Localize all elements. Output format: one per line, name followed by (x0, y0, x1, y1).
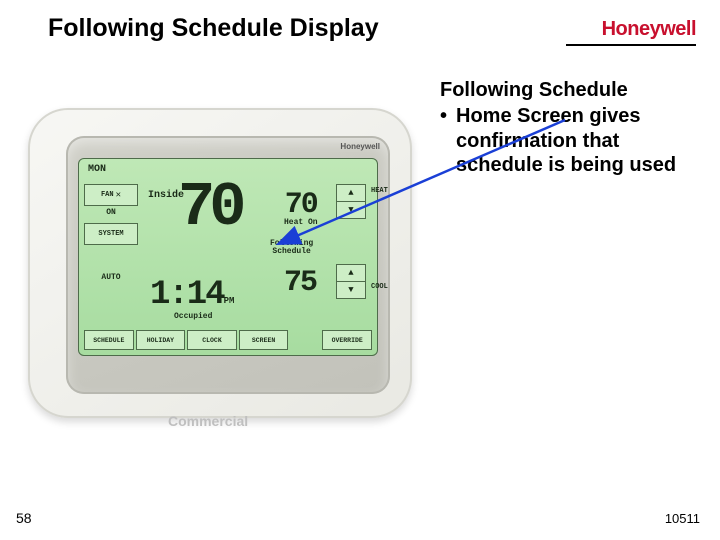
fan-state: ON (84, 208, 138, 217)
override-button[interactable]: OVERRIDE (322, 330, 372, 350)
time-display: 1:14PM (150, 276, 234, 314)
bullet-item: • Home Screen gives confirmation that sc… (440, 104, 700, 177)
heat-on-label: Heat On (284, 218, 318, 227)
page-number: 58 (16, 510, 32, 526)
time-value: 1:14 (150, 276, 224, 314)
device-shell: Honeywell MON FAN ✕ ON SYSTEM AUTO (28, 108, 412, 418)
fan-x-icon: ✕ (116, 190, 121, 200)
thermostat-image: Honeywell MON FAN ✕ ON SYSTEM AUTO (20, 108, 420, 448)
following-schedule-label: Following Schedule (270, 240, 313, 256)
clock-button[interactable]: CLOCK (187, 330, 237, 350)
system-button[interactable]: SYSTEM (84, 223, 138, 245)
bezel-brand-label: Honeywell (340, 142, 380, 151)
lcd-screen: MON FAN ✕ ON SYSTEM AUTO Inside 70 (78, 158, 378, 356)
button-gap (290, 330, 320, 350)
bottom-button-row: SCHEDULE HOLIDAY CLOCK SCREEN OVERRIDE (84, 330, 372, 350)
day-label: MON (88, 164, 106, 175)
bullet-block: Following Schedule • Home Screen gives c… (440, 78, 700, 178)
left-column: FAN ✕ ON SYSTEM AUTO (84, 184, 138, 288)
cool-up-icon[interactable]: ▲ (337, 265, 365, 281)
system-label: SYSTEM (98, 230, 123, 238)
occupied-label: Occupied (174, 312, 212, 321)
brand-logo: Honeywell (602, 18, 696, 41)
fan-button[interactable]: FAN ✕ (84, 184, 138, 206)
cool-spinner[interactable]: ▲ ▼ COOL (336, 264, 366, 299)
cool-setpoint: 75 (284, 266, 316, 300)
cool-setpoint-block: 75 (284, 266, 316, 300)
bullet-dot: • (440, 104, 456, 177)
holiday-button[interactable]: HOLIDAY (136, 330, 186, 350)
heat-down-icon[interactable]: ▼ (337, 202, 365, 218)
heat-spinner[interactable]: ▲ ▼ HEAT (336, 184, 366, 219)
heat-spinner-label: HEAT (371, 187, 388, 195)
commercial-label: Commercial (168, 413, 248, 429)
following-line2: Schedule (270, 248, 313, 256)
time-ampm: PM (224, 296, 235, 306)
brand-underline (566, 44, 696, 46)
schedule-button[interactable]: SCHEDULE (84, 330, 134, 350)
cool-down-icon[interactable]: ▼ (337, 282, 365, 298)
fan-label: FAN (101, 191, 114, 199)
slide: Following Schedule Display Honeywell Fol… (0, 0, 720, 540)
auto-state: AUTO (84, 273, 138, 282)
doc-number: 10511 (665, 511, 700, 526)
heat-setpoint: 70 (284, 188, 318, 222)
heat-up-icon[interactable]: ▲ (337, 185, 365, 201)
device-bezel: Honeywell MON FAN ✕ ON SYSTEM AUTO (66, 136, 390, 394)
heat-setpoint-block: 70 Heat On (284, 188, 318, 227)
screen-button[interactable]: SCREEN (239, 330, 289, 350)
inside-temp: 70 (178, 172, 240, 243)
cool-spinner-label: COOL (371, 283, 388, 291)
bullet-heading: Following Schedule (440, 78, 700, 102)
bullet-text: Home Screen gives confirmation that sche… (456, 104, 700, 177)
slide-title: Following Schedule Display (48, 14, 379, 43)
